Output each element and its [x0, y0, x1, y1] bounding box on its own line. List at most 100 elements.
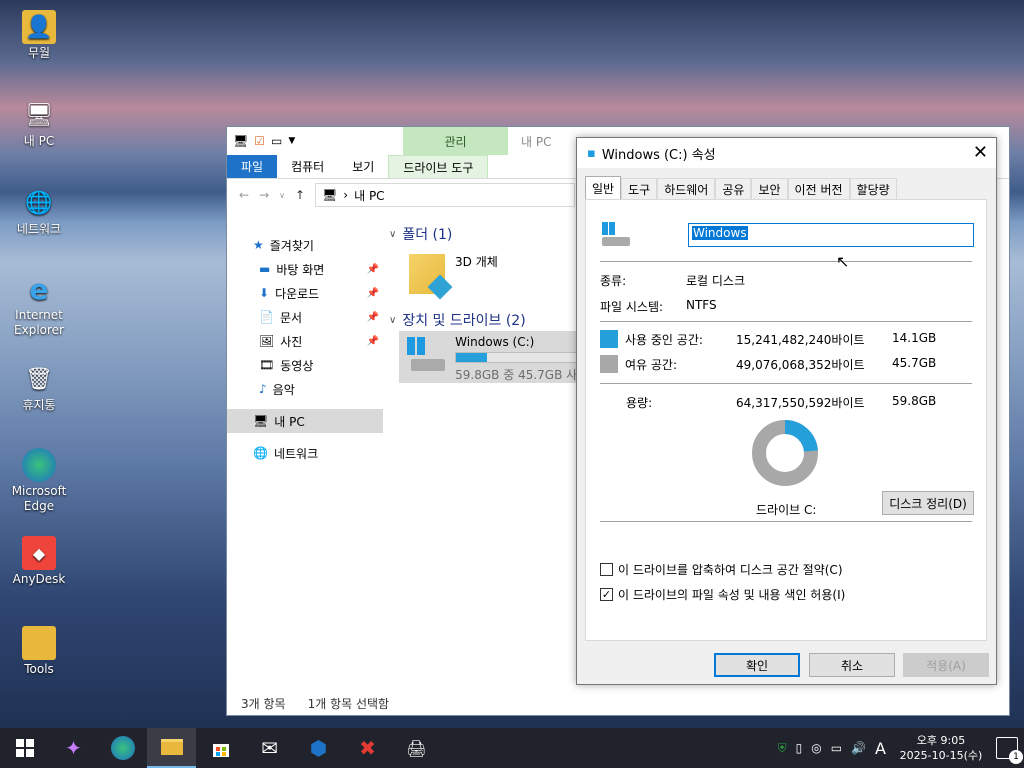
tab-computer[interactable]: 컴퓨터 [277, 155, 338, 178]
download-icon: ⬇ [259, 286, 270, 300]
tab-sharing[interactable]: 공유 [715, 178, 752, 200]
pc-icon: 🖥 [253, 414, 269, 428]
tab-quota[interactable]: 할당량 [849, 178, 897, 200]
folder-item-3d[interactable]: 3D 개체 [409, 251, 589, 300]
nav-item-documents[interactable]: 📄 문서 📌 [227, 305, 383, 329]
drive-icon: ▪ [587, 145, 596, 161]
used-bytes: 15,241,482,240바이트 [736, 333, 865, 347]
store-icon[interactable] [196, 728, 245, 768]
volume-icon[interactable]: 🔊 [851, 741, 866, 755]
network-icon: 🌐 [25, 190, 53, 216]
chevron-down-icon[interactable]: ▼ [288, 136, 295, 146]
tab-hardware[interactable]: 하드웨어 [657, 178, 716, 200]
nav-item-pictures[interactable]: 🖼 사진 📌 [227, 329, 383, 353]
file-explorer-icon[interactable] [147, 728, 196, 768]
up-icon[interactable]: ↑ [295, 188, 305, 202]
nav-item-favorites[interactable]: ★ 즐겨찾기 [227, 233, 383, 257]
nav-item-music[interactable]: ♪ 음악 [227, 377, 383, 401]
network-icon[interactable]: ▭ [831, 741, 842, 755]
ok-button[interactable]: 확인 [714, 653, 800, 677]
desktop-icon-tools[interactable]: Tools [4, 626, 74, 677]
ie-icon: e [29, 272, 49, 306]
tab-general[interactable]: 일반 [585, 176, 622, 200]
desktop-icon-user-folder[interactable]: 👤 무월 [4, 10, 74, 61]
desktop-icon-ie[interactable]: e Internet Explorer [4, 272, 74, 338]
tab-drive-tools[interactable]: 드라이브 도구 [388, 155, 489, 178]
video-icon: 🎞 [259, 358, 275, 372]
shield-x-icon[interactable]: ✖ [343, 728, 392, 768]
tab-security[interactable]: 보안 [751, 178, 788, 200]
apply-button[interactable]: 적용(A) [903, 653, 989, 677]
properties-dialog: ▪ Windows (C:) 속성 ✕ 일반 도구 하드웨어 공유 보안 이전 버… [576, 137, 997, 685]
usb-icon[interactable]: ▯ [796, 741, 803, 755]
nav-item-videos[interactable]: 🎞 동영상 [227, 353, 383, 377]
address-text: 내 PC [354, 188, 385, 203]
nav-item-downloads[interactable]: ⬇ 다운로드 📌 [227, 281, 383, 305]
capacity-gb: 59.8GB [892, 394, 937, 408]
chevron-down-icon: ∨ [389, 228, 397, 240]
start-icon[interactable] [0, 728, 49, 768]
dialog-title: Windows (C:) 속성 [601, 147, 716, 163]
mail-icon[interactable]: ✉ [245, 728, 294, 768]
capacity-bytes: 64,317,550,592바이트 [736, 396, 865, 410]
nav-item-network[interactable]: 🌐 네트워크 [227, 441, 383, 465]
chevron-down-icon[interactable]: ∨ [279, 191, 285, 200]
cancel-button[interactable]: 취소 [809, 653, 895, 677]
nav-item-this-pc[interactable]: 🖥 내 PC [227, 409, 383, 433]
copilot-icon[interactable]: ✦ [49, 728, 98, 768]
dialog-titlebar: ▪ Windows (C:) 속성 [577, 138, 996, 168]
drive-label: 드라이브 C: [756, 503, 817, 517]
nav-item-desktop[interactable]: ▬ 바탕 화면 📌 [227, 257, 383, 281]
tab-tools[interactable]: 도구 [621, 178, 658, 200]
address-bar[interactable]: 🖥 › 내 PC [315, 183, 576, 207]
group-folders[interactable]: ∨ 폴더 (1) [389, 223, 589, 245]
defender-icon[interactable]: ⛨ [778, 741, 787, 756]
tab-file[interactable]: 파일 [227, 155, 278, 178]
forward-icon[interactable]: → [259, 188, 269, 202]
context-tab-header: 관리 [403, 127, 508, 155]
pc-icon: 🖥 [322, 188, 338, 202]
tab-previous-versions[interactable]: 이전 버전 [787, 178, 850, 200]
desktop-icon-recycle-bin[interactable]: 🗑 휴지통 [4, 362, 74, 413]
used-space-row: 사용 중인 공간: [600, 330, 703, 348]
free-color-swatch [600, 355, 618, 373]
type-value: 로컬 디스크 [686, 274, 746, 288]
network-icon: 🌐 [253, 446, 268, 460]
pin-icon: 📌 [366, 335, 379, 347]
status-bar: 3개 항목 1개 항목 선택함 [241, 696, 390, 711]
desktop-icon: ▬ [259, 262, 271, 276]
used-color-swatch [600, 330, 618, 348]
anydesk-icon: ◆ [22, 536, 56, 570]
desktop-icon-my-pc[interactable]: 🖥 내 PC [4, 98, 74, 149]
compress-checkbox[interactable] [600, 563, 613, 576]
drive-name-input[interactable]: Windows [688, 223, 974, 247]
pin-icon: 📌 [366, 263, 379, 275]
desktop-icon-network[interactable]: 🌐 네트워크 [4, 186, 74, 237]
properties-icon[interactable]: ☑ [254, 134, 265, 148]
index-checkbox[interactable]: ✓ [600, 588, 613, 601]
camera-icon[interactable]: ◎ [811, 741, 821, 755]
windows-drive-icon [405, 335, 445, 375]
disk-cleanup-button[interactable]: 디스크 정리(D) [882, 491, 974, 515]
windows-drive-icon [602, 222, 632, 248]
close-icon[interactable]: ✕ [973, 142, 988, 163]
notification-icon[interactable]: 1 [996, 737, 1023, 764]
back-icon[interactable]: ← [239, 188, 249, 202]
dialog-tabs: 일반 도구 하드웨어 공유 보안 이전 버전 할당량 [585, 176, 897, 200]
compress-checkbox-row[interactable]: 이 드라이브를 압축하여 디스크 공간 절약(C) [600, 561, 843, 578]
clock[interactable]: 오후 9:05 2025-10-15(수) [895, 733, 987, 763]
group-drives[interactable]: ∨ 장치 및 드라이브 (2) [389, 309, 589, 331]
edge-icon[interactable] [98, 728, 147, 768]
used-gb: 14.1GB [892, 331, 937, 345]
drive-item-c[interactable]: Windows (C:) 59.8GB 중 45.7GB 사용 [399, 331, 589, 383]
desktop-icon-edge[interactable]: Microsoft Edge [4, 448, 74, 514]
pc-icon: 🖥 [25, 102, 53, 128]
printer-icon[interactable]: 🖨 [392, 728, 441, 768]
ime-indicator[interactable]: A [875, 739, 886, 758]
desktop-icon-anydesk[interactable]: ◆ AnyDesk [4, 536, 74, 587]
star-icon: ★ [253, 238, 264, 252]
security-icon[interactable]: ⬢ [294, 728, 343, 768]
new-folder-icon[interactable]: ▭ [271, 134, 282, 148]
index-checkbox-row[interactable]: ✓ 이 드라이브의 파일 속성 및 내용 색인 허용(I) [600, 586, 845, 603]
tab-view[interactable]: 보기 [338, 155, 388, 178]
